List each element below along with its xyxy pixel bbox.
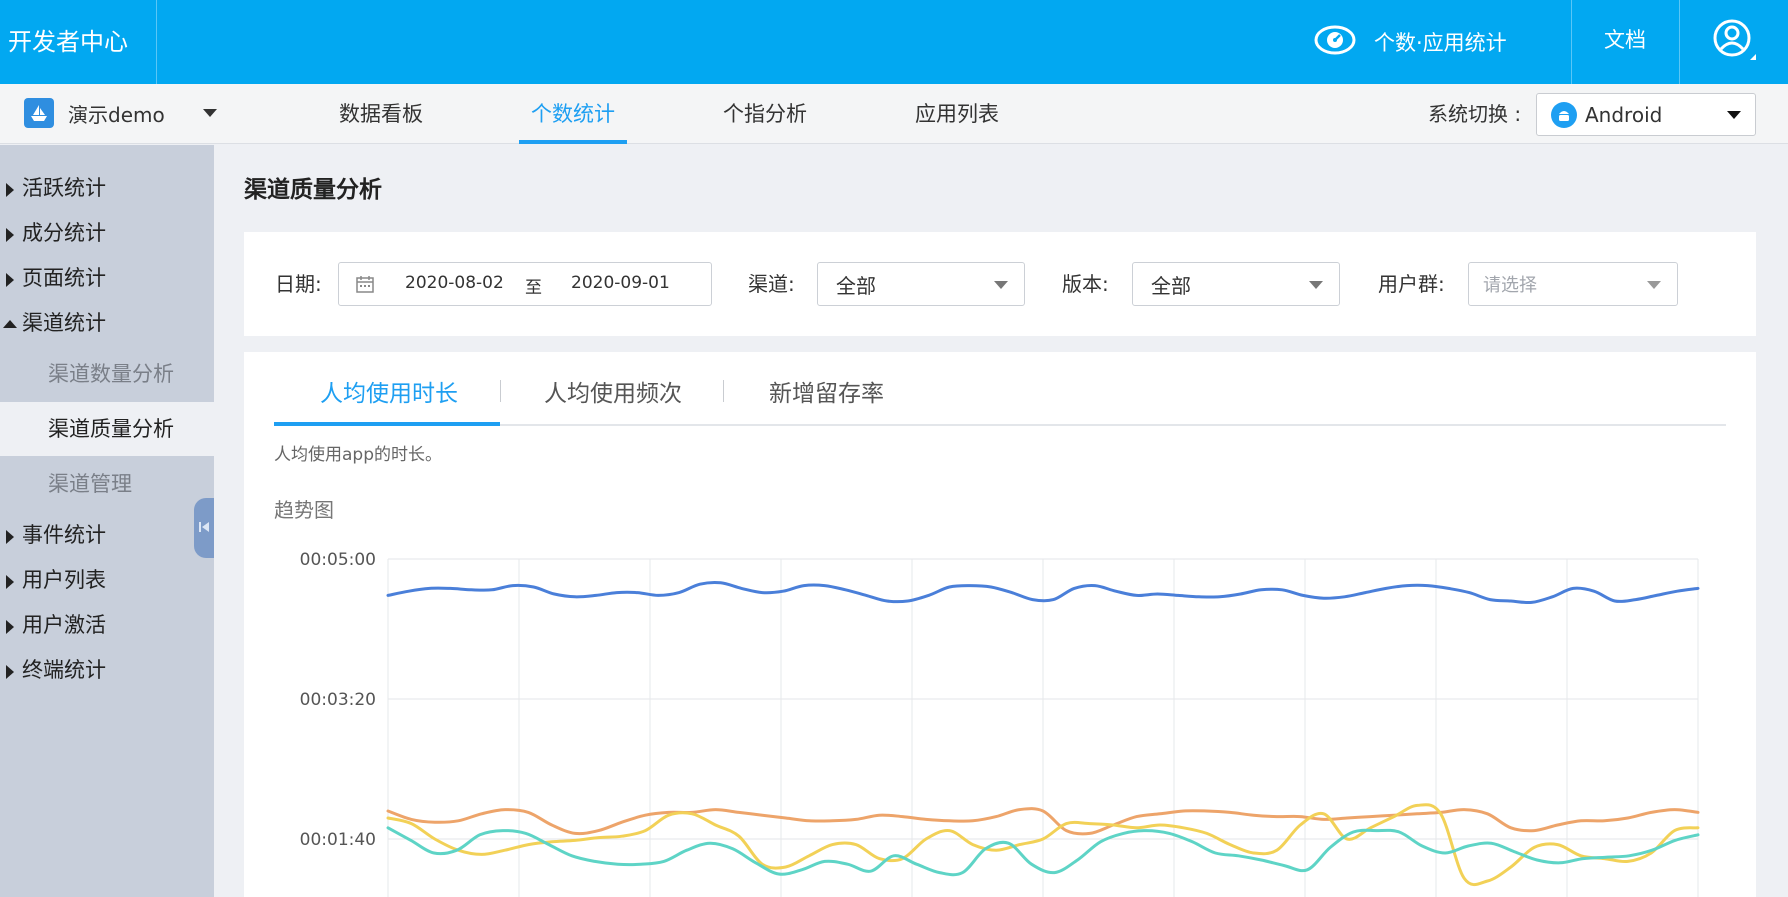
sidebar-item-label: 用户激活 xyxy=(22,613,106,637)
page-title: 渠道质量分析 xyxy=(244,177,382,203)
sidebar-item-label: 页面统计 xyxy=(22,266,106,290)
trend-line-chart: 00:01:40 00:03:20 00:05:00 xyxy=(300,550,1700,897)
y-tick-label: 00:05:00 xyxy=(300,550,376,570)
app-name: 演示demo xyxy=(68,102,165,127)
app-stat-link[interactable]: 个数·应用统计 xyxy=(1314,0,1507,84)
sidebar-item-event-stats[interactable]: 事件统计 xyxy=(0,513,214,558)
chevron-down-icon xyxy=(1647,281,1661,289)
sidebar-collapse-handle[interactable] xyxy=(194,498,214,558)
filter-panel: 日期: 2020-08-02 至 2020-09-01 渠道: 全部 版本: 全… xyxy=(244,232,1756,336)
date-label: 日期: xyxy=(275,272,322,296)
brand-title[interactable]: 开发者中心 xyxy=(0,0,157,84)
tab-index-analysis[interactable]: 个指分析 xyxy=(723,84,807,144)
tab-app-list[interactable]: 应用列表 xyxy=(915,84,999,144)
sidebar-item-device-stats[interactable]: 终端统计 xyxy=(0,648,214,693)
sidebar: 活跃统计 成分统计 页面统计 渠道统计 渠道数量分析 渠道质量分析 渠道管理 事… xyxy=(0,145,214,897)
tab-dashboard[interactable]: 数据看板 xyxy=(339,84,423,144)
y-tick-label: 00:01:40 xyxy=(300,830,376,850)
sidebar-item-user-list[interactable]: 用户列表 xyxy=(0,558,214,603)
date-from-value[interactable]: 2020-08-02 xyxy=(405,273,504,293)
collapse-left-icon xyxy=(198,519,210,538)
sidebar-item-channel-stats[interactable]: 渠道统计 xyxy=(0,301,214,346)
date-separator: 至 xyxy=(525,278,542,298)
docs-link[interactable]: 文档 xyxy=(1572,0,1678,84)
chart-panel: 人均使用时长 人均使用频次 新增留存率 人均使用app的时长。 趋势图 00:0… xyxy=(244,352,1756,897)
sidebar-subitem-channel-count[interactable]: 渠道数量分析 xyxy=(0,347,214,401)
sidebar-subitem-channel-manage[interactable]: 渠道管理 xyxy=(0,457,214,511)
caret-right-icon xyxy=(6,665,14,679)
version-label: 版本: xyxy=(1062,272,1109,296)
calendar-icon xyxy=(355,274,375,299)
caret-right-icon xyxy=(6,183,14,197)
user-avatar-icon xyxy=(1710,16,1758,68)
app-logo-icon xyxy=(24,98,54,128)
chevron-down-icon xyxy=(1309,281,1323,289)
top-bar: 开发者中心 个数·应用统计 文档 xyxy=(0,0,1788,84)
sidebar-subitem-channel-quality[interactable]: 渠道质量分析 xyxy=(0,402,214,456)
sidebar-item-label: 用户列表 xyxy=(22,568,106,592)
y-tick-label: 00:03:20 xyxy=(300,690,376,710)
sidebar-item-label: 事件统计 xyxy=(22,523,106,547)
channel-select[interactable]: 全部 xyxy=(817,262,1025,306)
chevron-down-icon xyxy=(994,281,1008,289)
app-switcher[interactable]: 演示demo xyxy=(24,98,217,128)
sidebar-item-active-stats[interactable]: 活跃统计 xyxy=(0,166,214,211)
tab-count-stats[interactable]: 个数统计 xyxy=(519,84,627,144)
sidebar-item-component-stats[interactable]: 成分统计 xyxy=(0,211,214,256)
sidebar-item-label: 渠道统计 xyxy=(22,311,106,335)
caret-right-icon xyxy=(6,530,14,544)
user-menu-button[interactable] xyxy=(1680,0,1788,84)
app-stat-label: 个数·应用统计 xyxy=(1374,31,1507,55)
eye-icon xyxy=(1314,24,1356,61)
caret-right-icon xyxy=(6,620,14,634)
user-group-select[interactable]: 请选择 xyxy=(1468,262,1678,306)
version-select[interactable]: 全部 xyxy=(1132,262,1340,306)
android-icon xyxy=(1551,101,1577,128)
caret-up-icon xyxy=(3,320,17,328)
sub-nav: 演示demo 数据看板 个数统计 个指分析 应用列表 系统切换 : Androi… xyxy=(0,84,1788,144)
system-switch-label: 系统切换 : xyxy=(1428,102,1522,126)
chevron-down-icon xyxy=(202,109,217,117)
sidebar-item-label: 成分统计 xyxy=(22,221,106,245)
caret-right-icon xyxy=(6,575,14,589)
sidebar-item-user-activation[interactable]: 用户激活 xyxy=(0,603,214,648)
y-axis-ticks: 00:01:40 00:03:20 00:05:00 xyxy=(300,550,376,850)
chevron-down-icon xyxy=(1727,110,1741,119)
caret-right-icon xyxy=(6,228,14,242)
user-group-placeholder: 请选择 xyxy=(1483,275,1537,296)
channel-label: 渠道: xyxy=(748,272,795,296)
date-range-picker[interactable]: 2020-08-02 至 2020-09-01 xyxy=(338,262,712,306)
system-select[interactable]: Android xyxy=(1536,93,1756,136)
sidebar-item-label: 终端统计 xyxy=(22,658,106,682)
caret-right-icon xyxy=(6,273,14,287)
user-group-label: 用户群: xyxy=(1378,272,1445,296)
version-select-value: 全部 xyxy=(1151,273,1191,298)
system-select-value: Android xyxy=(1585,102,1663,127)
sidebar-item-page-stats[interactable]: 页面统计 xyxy=(0,256,214,301)
channel-select-value: 全部 xyxy=(836,273,876,298)
date-to-value[interactable]: 2020-09-01 xyxy=(571,273,670,293)
sidebar-item-label: 活跃统计 xyxy=(22,176,106,200)
